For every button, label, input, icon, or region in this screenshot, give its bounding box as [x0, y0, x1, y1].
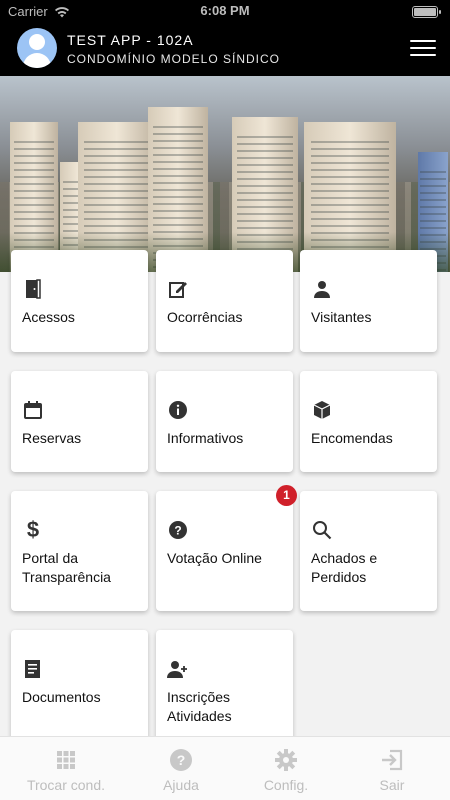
tile-encomendas[interactable]: Encomendas	[300, 371, 437, 472]
tile-acessos[interactable]: Acessos	[11, 250, 148, 352]
grid-icon	[10, 747, 122, 773]
tile-reservas[interactable]: Reservas	[11, 371, 148, 472]
svg-text:?: ?	[177, 752, 186, 768]
hero-image	[0, 76, 450, 272]
bottom-tab-bar: Trocar cond. ? Ajuda Config. Sair	[0, 736, 450, 800]
status-bar: Carrier 6:08 PM	[0, 0, 450, 24]
question-icon: ?	[167, 519, 189, 541]
tile-label: Achados e Perdidos	[311, 550, 378, 585]
tab-label: Ajuda	[163, 777, 199, 793]
tile-inscricoes-atividades[interactable]: Inscrições Atividades	[156, 630, 293, 740]
tile-visitantes[interactable]: Visitantes	[300, 250, 437, 352]
app-title: TEST APP - 102A	[67, 32, 194, 48]
tile-votacao-online[interactable]: 1 ? Votação Online	[156, 485, 297, 611]
clock: 6:08 PM	[200, 3, 250, 18]
tab-ajuda[interactable]: ? Ajuda	[125, 747, 237, 793]
tile-label: Documentos	[22, 689, 101, 705]
tile-informativos[interactable]: Informativos	[156, 371, 293, 472]
logout-icon	[336, 747, 448, 773]
svg-text:?: ?	[174, 524, 181, 538]
battery-icon	[412, 6, 441, 18]
edit-icon	[167, 278, 189, 300]
tile-label: Visitantes	[311, 309, 372, 325]
tile-portal-transparencia[interactable]: $ Portal da Transparência	[11, 491, 148, 611]
tab-label: Config.	[263, 777, 309, 793]
tab-config[interactable]: Config.	[230, 747, 342, 793]
hamburger-menu-button[interactable]	[410, 40, 436, 58]
search-icon	[311, 519, 333, 541]
tile-achados-perdidos[interactable]: Achados e Perdidos	[300, 491, 437, 611]
gear-icon	[230, 747, 342, 773]
app-header: TEST APP - 102A CONDOMÍNIO MODELO SÍNDIC…	[0, 24, 450, 76]
avatar[interactable]	[17, 28, 57, 68]
info-icon	[167, 399, 189, 421]
tab-label: Trocar cond.	[26, 777, 106, 793]
package-icon	[311, 399, 333, 421]
tab-label: Sair	[379, 777, 405, 793]
tile-label: Inscrições Atividades	[167, 689, 232, 724]
help-icon: ?	[125, 747, 237, 773]
tile-label: Acessos	[22, 309, 75, 325]
document-icon	[22, 658, 44, 680]
tile-ocorrencias[interactable]: Ocorrências	[156, 250, 293, 352]
door-icon	[22, 278, 44, 300]
tile-label: Reservas	[22, 430, 82, 446]
notification-badge: 1	[276, 485, 297, 506]
tile-label: Portal da Transparência	[22, 550, 111, 585]
tile-documentos[interactable]: Documentos	[11, 630, 148, 740]
add-person-icon	[167, 658, 189, 680]
tile-label: Ocorrências	[167, 309, 243, 325]
tile-label: Encomendas	[311, 430, 393, 446]
condominium-name: CONDOMÍNIO MODELO SÍNDICO	[67, 52, 281, 66]
calendar-icon	[22, 399, 44, 421]
tab-sair[interactable]: Sair	[336, 747, 448, 793]
dollar-icon: $	[26, 517, 40, 542]
person-icon	[311, 278, 333, 300]
tile-label: Votação Online	[167, 550, 262, 566]
tab-trocar-cond[interactable]: Trocar cond.	[10, 747, 122, 793]
tile-label: Informativos	[167, 430, 244, 446]
